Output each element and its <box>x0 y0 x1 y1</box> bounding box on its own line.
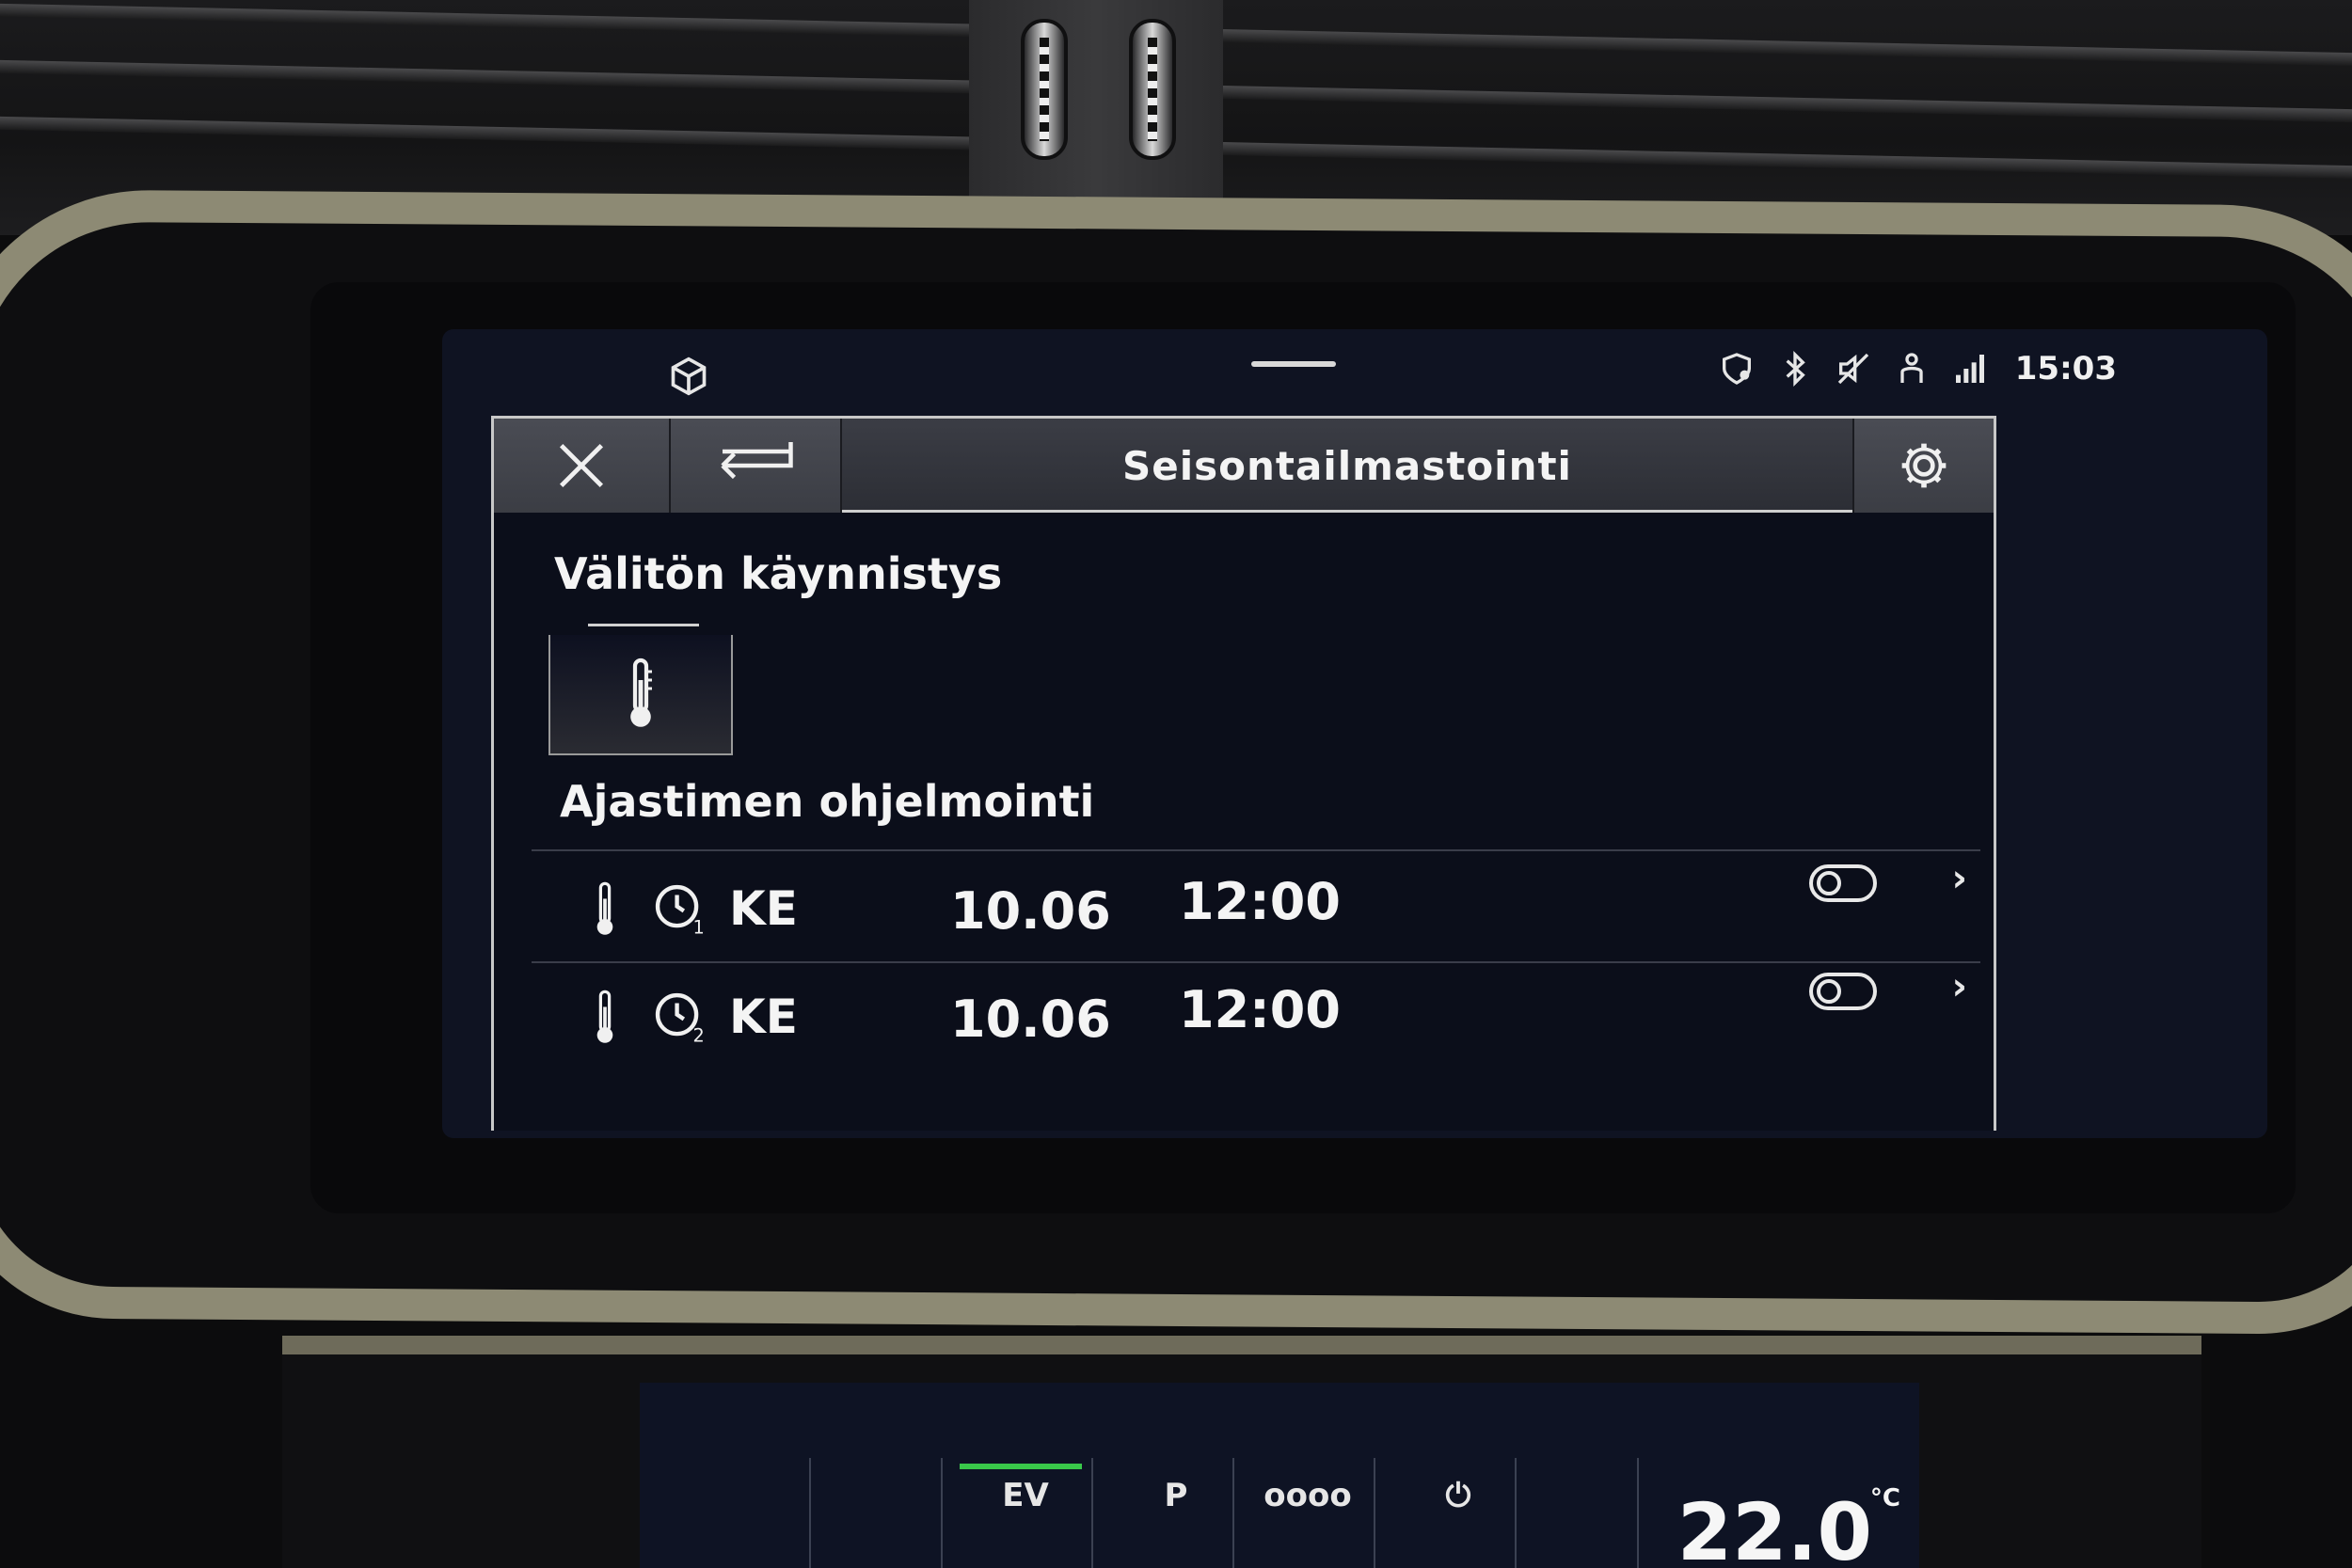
close-button[interactable] <box>494 419 671 513</box>
settings-button[interactable] <box>1852 419 1994 513</box>
timer-date: 10.06 <box>950 990 1111 1049</box>
list-divider <box>532 849 1980 851</box>
strip-divider <box>1374 1458 1375 1568</box>
strip-divider <box>1637 1458 1639 1568</box>
temperature-unit: °C <box>1869 1484 1900 1513</box>
climate-control-strip: EV P oooo ⏻ 22.0 °C <box>640 1383 1919 1568</box>
thermometer-icon <box>630 657 652 727</box>
timer-day: KE <box>729 881 798 936</box>
temperature-readout[interactable]: 22.0 <box>1677 1486 1872 1568</box>
thermometer-icon <box>596 990 613 1043</box>
instant-start-heading: Välitön käynnistys <box>554 548 1003 599</box>
vent-knob-right[interactable] <box>1129 19 1176 160</box>
list-divider <box>532 961 1980 963</box>
chevron-right-icon[interactable]: › <box>1952 965 1967 1008</box>
power-tab[interactable]: ⏻ <box>1392 1477 1524 1514</box>
window-title: Seisontailmastointi <box>1122 442 1572 489</box>
bluetooth-icon <box>1786 350 1805 388</box>
timer-row-2[interactable]: 2 KE 10.06 12:00 › <box>550 965 2018 1063</box>
chevron-right-icon[interactable]: › <box>1952 857 1967 900</box>
app-box-icon[interactable] <box>668 356 709 397</box>
climate-panel: Seisontailmastointi Välitön käynnistys A… <box>491 416 1996 1131</box>
thermometer-icon <box>596 881 613 935</box>
location-pin-icon <box>1722 353 1751 385</box>
back-arrow-icon <box>721 442 793 480</box>
gear-icon <box>1901 443 1947 488</box>
lte-signal-icon <box>1955 355 1984 383</box>
active-tab-indicator <box>960 1464 1082 1469</box>
pull-down-handle[interactable] <box>1251 361 1336 367</box>
infotainment-screen: 15:03 Seisontailmastointi Välitön käynni… <box>442 329 2267 1138</box>
close-icon <box>559 443 604 488</box>
timer-day: KE <box>729 990 798 1044</box>
timer-1-clock-icon: 1 <box>655 884 705 936</box>
svg-text:2: 2 <box>693 1025 705 1044</box>
strip-divider <box>1091 1458 1093 1568</box>
timer-row-1[interactable]: 1 KE 10.06 12:00 › <box>550 857 2018 955</box>
timer-2-clock-icon: 2 <box>655 992 705 1044</box>
timer-time: 12:00 <box>1179 980 1341 1039</box>
strip-divider <box>941 1458 943 1568</box>
timer-1-toggle[interactable] <box>1809 864 1877 902</box>
seat-heating-tab[interactable]: oooo <box>1242 1477 1374 1514</box>
timer-2-toggle[interactable] <box>1809 973 1877 1010</box>
title-bar: Seisontailmastointi <box>494 419 1994 513</box>
person-icon <box>1900 353 1923 383</box>
speaker-muted-icon <box>1837 353 1868 385</box>
parking-tab[interactable]: P <box>1110 1477 1242 1514</box>
ev-tab[interactable]: EV <box>960 1477 1091 1514</box>
status-bar: 15:03 <box>442 329 2267 414</box>
status-clock: 15:03 <box>2014 350 2117 388</box>
status-icons: 15:03 <box>1718 350 2117 388</box>
back-button[interactable] <box>671 419 842 513</box>
timer-time: 12:00 <box>1179 872 1341 931</box>
svg-text:1: 1 <box>693 917 705 936</box>
instant-start-button[interactable] <box>548 624 733 755</box>
strip-divider <box>809 1458 811 1568</box>
vent-knob-left[interactable] <box>1021 19 1068 160</box>
timer-programming-heading: Ajastimen ohjelmointi <box>560 776 1095 827</box>
timer-date: 10.06 <box>950 881 1111 941</box>
